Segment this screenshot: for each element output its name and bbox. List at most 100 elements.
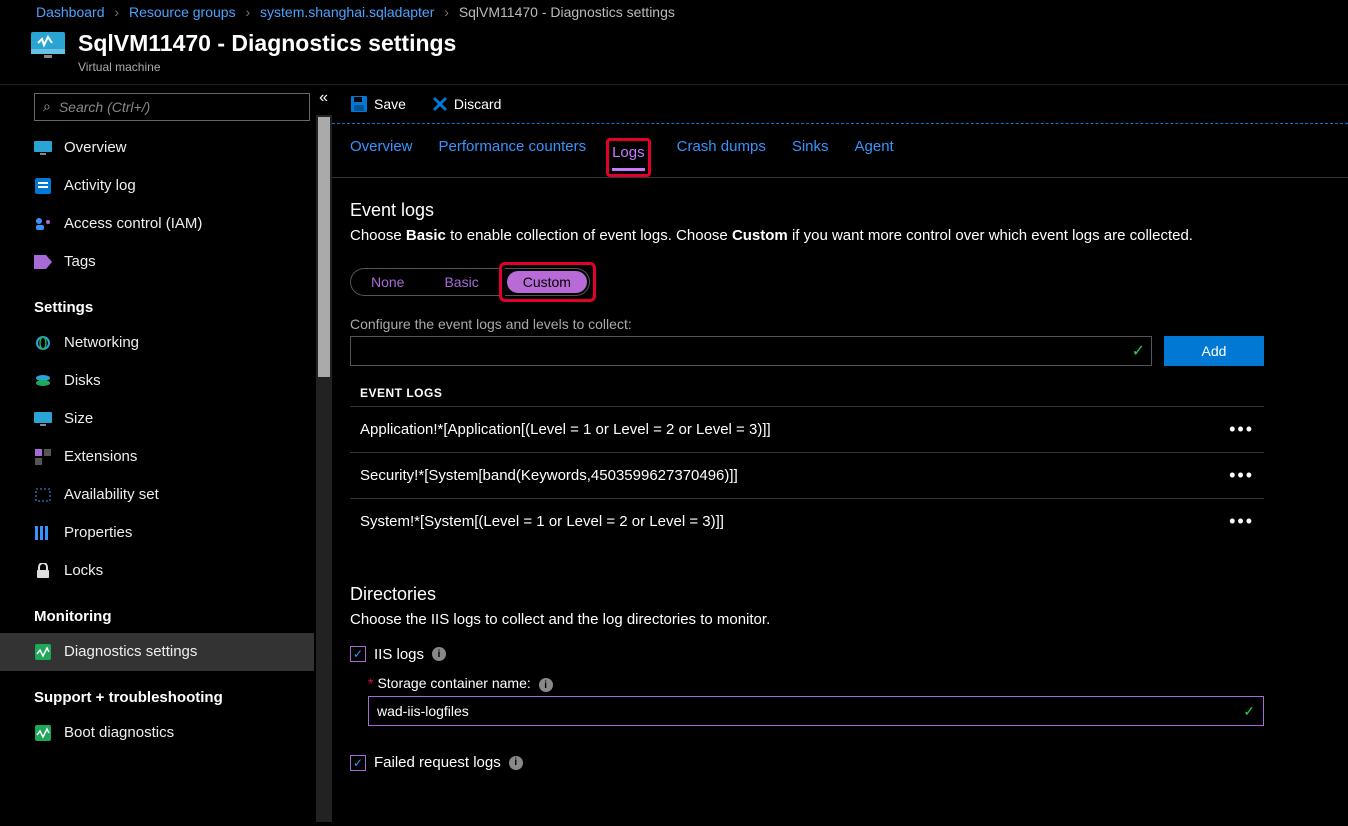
sidebar-item-label: Properties: [64, 524, 132, 541]
vm-icon: [30, 30, 66, 60]
directories-desc: Choose the IIS logs to collect and the l…: [350, 611, 1264, 628]
sidebar-item-availability[interactable]: Availability set: [0, 476, 314, 514]
sidebar-item-label: Availability set: [64, 486, 159, 503]
breadcrumb-link-rg[interactable]: Resource groups: [129, 4, 236, 20]
tab-agent[interactable]: Agent: [855, 138, 894, 177]
tab-logs[interactable]: Logs: [612, 144, 645, 171]
tab-overview[interactable]: Overview: [350, 138, 413, 177]
tab-crashdumps[interactable]: Crash dumps: [677, 138, 766, 177]
sidebar-item-label: Diagnostics settings: [64, 643, 197, 660]
sidebar-item-label: Activity log: [64, 177, 136, 194]
tab-sinks[interactable]: Sinks: [792, 138, 829, 177]
tab-perfcounters[interactable]: Performance counters: [439, 138, 587, 177]
table-row: Security!*[System[band(Keywords,45035996…: [350, 452, 1264, 498]
search-input[interactable]: ⌕ Search (Ctrl+/): [34, 93, 310, 121]
sidebar-item-iam[interactable]: Access control (IAM): [0, 205, 314, 243]
storage-label: *Storage container name: i: [368, 675, 1264, 693]
size-icon: [34, 410, 52, 428]
info-icon[interactable]: i: [509, 756, 523, 770]
check-icon: ✓: [1243, 703, 1255, 720]
properties-icon: [34, 524, 52, 542]
extensions-icon: [34, 448, 52, 466]
diagnostics-icon: [34, 643, 52, 661]
sidebar-item-networking[interactable]: Networking: [0, 324, 314, 362]
sidebar-item-label: Boot diagnostics: [64, 724, 174, 741]
sidebar-item-size[interactable]: Size: [0, 400, 314, 438]
tabs: Overview Performance counters Logs Crash…: [332, 124, 1348, 178]
monitor-icon: [34, 139, 52, 157]
sidebar-item-extensions[interactable]: Extensions: [0, 438, 314, 476]
sidebar-group-settings: Settings: [0, 281, 314, 324]
failed-checkbox[interactable]: ✓: [350, 755, 366, 771]
table-row: Application!*[Application[(Level = 1 or …: [350, 406, 1264, 452]
sidebar-scrollbar[interactable]: [316, 115, 332, 822]
row-menu-icon[interactable]: •••: [1229, 419, 1254, 440]
lock-icon: [34, 562, 52, 580]
main-pane: Save Discard Overview Performance counte…: [332, 84, 1348, 826]
breadcrumb-link-adapter[interactable]: system.shanghai.sqladapter: [260, 4, 434, 20]
info-icon[interactable]: i: [432, 647, 446, 661]
breadcrumb: Dashboard › Resource groups › system.sha…: [0, 0, 1348, 24]
pill-none[interactable]: None: [351, 269, 424, 295]
disk-icon: [34, 372, 52, 390]
sidebar-item-tags[interactable]: Tags: [0, 243, 314, 281]
log-icon: [34, 177, 52, 195]
check-icon: ✓: [1132, 341, 1145, 361]
sidebar-item-label: Locks: [64, 562, 103, 579]
table-row: System!*[System[(Level = 1 or Level = 2 …: [350, 498, 1264, 544]
tag-icon: [34, 253, 52, 271]
sidebar-item-label: Overview: [64, 139, 127, 156]
network-icon: [34, 334, 52, 352]
log-mode-toggle: None Basic: [350, 268, 499, 296]
save-button[interactable]: Save: [350, 95, 406, 113]
iis-checkbox[interactable]: ✓: [350, 646, 366, 662]
sidebar: « ⌕ Search (Ctrl+/) Overview Activity lo…: [0, 84, 332, 826]
sidebar-item-overview[interactable]: Overview: [0, 129, 314, 167]
eventlogs-desc: Choose Basic to enable collection of eve…: [350, 227, 1264, 244]
add-button[interactable]: Add: [1164, 336, 1264, 366]
row-menu-icon[interactable]: •••: [1229, 465, 1254, 486]
sidebar-group-monitoring: Monitoring: [0, 590, 314, 633]
configure-label: Configure the event logs and levels to c…: [350, 316, 1264, 332]
sidebar-item-label: Size: [64, 410, 93, 427]
eventlogs-table-header: EVENT LOGS: [350, 380, 1264, 406]
pill-basic[interactable]: Basic: [424, 269, 498, 295]
sidebar-item-diagnostics[interactable]: Diagnostics settings: [0, 633, 314, 671]
pill-custom[interactable]: Custom: [507, 271, 587, 293]
sidebar-item-label: Networking: [64, 334, 139, 351]
directories-title: Directories: [350, 584, 1264, 605]
boot-icon: [34, 724, 52, 742]
sidebar-item-boot-diagnostics[interactable]: Boot diagnostics: [0, 714, 314, 752]
sidebar-item-label: Tags: [64, 253, 96, 270]
sidebar-item-label: Extensions: [64, 448, 137, 465]
eventlogs-title: Event logs: [350, 200, 1264, 221]
iis-label: IIS logs: [374, 646, 424, 663]
breadcrumb-link-dashboard[interactable]: Dashboard: [36, 4, 105, 20]
availability-icon: [34, 486, 52, 504]
annotation-highlight: Logs: [606, 138, 651, 177]
close-icon: [432, 96, 448, 112]
failed-label: Failed request logs: [374, 754, 501, 771]
sidebar-item-label: Access control (IAM): [64, 215, 202, 232]
page-subtitle: Virtual machine: [78, 60, 456, 74]
sidebar-item-disks[interactable]: Disks: [0, 362, 314, 400]
sidebar-item-activity-log[interactable]: Activity log: [0, 167, 314, 205]
sidebar-item-label: Disks: [64, 372, 101, 389]
annotation-highlight: Custom: [499, 262, 596, 302]
collapse-icon[interactable]: «: [319, 89, 328, 107]
discard-button[interactable]: Discard: [432, 96, 501, 112]
search-icon: ⌕: [43, 98, 51, 115]
page-title: SqlVM11470 - Diagnostics settings: [78, 30, 456, 58]
command-bar: Save Discard: [332, 85, 1348, 124]
info-icon[interactable]: i: [539, 678, 553, 692]
iam-icon: [34, 215, 52, 233]
sidebar-item-locks[interactable]: Locks: [0, 552, 314, 590]
storage-input[interactable]: wad-iis-logfiles ✓: [368, 696, 1264, 726]
sidebar-group-support: Support + troubleshooting: [0, 671, 314, 714]
row-menu-icon[interactable]: •••: [1229, 511, 1254, 532]
save-icon: [350, 95, 368, 113]
page-header: SqlVM11470 - Diagnostics settings Virtua…: [0, 24, 1348, 84]
sidebar-item-properties[interactable]: Properties: [0, 514, 314, 552]
breadcrumb-current: SqlVM11470 - Diagnostics settings: [459, 4, 675, 20]
eventlog-input[interactable]: ✓: [350, 336, 1152, 366]
